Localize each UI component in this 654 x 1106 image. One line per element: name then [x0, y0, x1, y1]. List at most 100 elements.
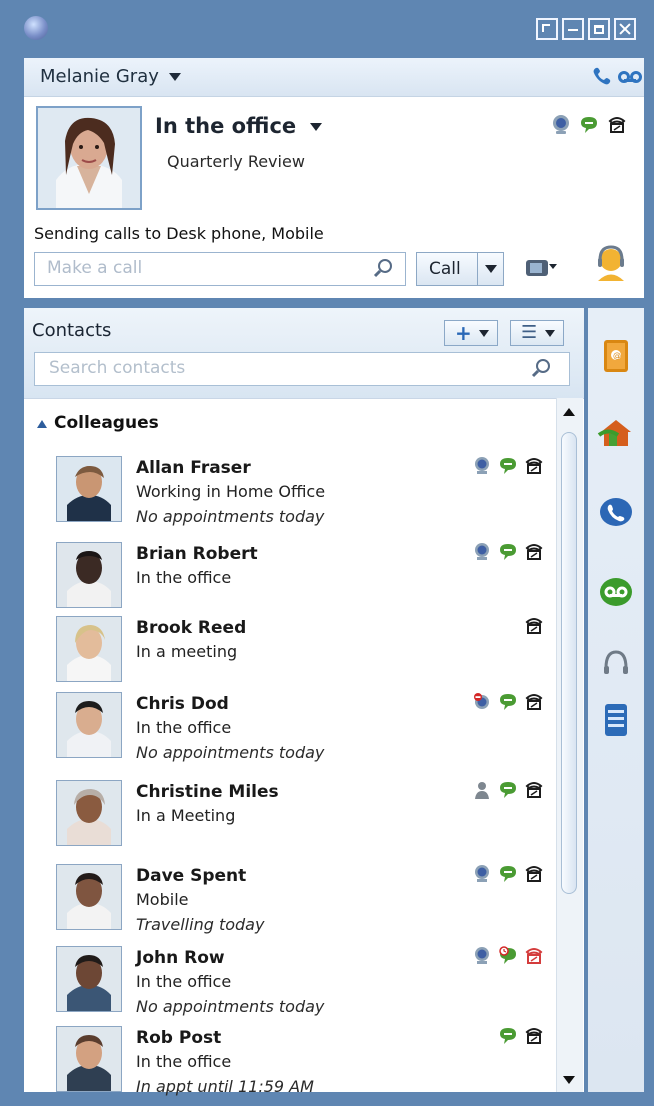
home-transfer-icon[interactable]: [596, 412, 636, 452]
search-icon[interactable]: [373, 258, 395, 280]
contact-item[interactable]: Christine Miles In a Meeting: [24, 780, 552, 860]
contact-status: In a Meeting: [136, 806, 236, 825]
video-icon[interactable]: [472, 864, 492, 884]
phone-busy-icon[interactable]: [524, 946, 544, 966]
user-name-selector[interactable]: Melanie Gray: [40, 66, 181, 87]
contacts-list: Allan Fraser Working in Home Office No a…: [24, 446, 552, 1096]
minimize-button[interactable]: [562, 18, 584, 40]
phone-icon[interactable]: [524, 864, 544, 884]
chevron-down-icon: [168, 73, 181, 81]
list-view-button[interactable]: ☰: [510, 320, 564, 346]
contact-item[interactable]: Dave Spent Mobile Travelling today: [24, 864, 552, 944]
contact-photo: [57, 543, 121, 607]
make-call-input[interactable]: Make a call: [34, 252, 406, 286]
add-contact-button[interactable]: +: [444, 320, 498, 346]
chat-icon[interactable]: [498, 542, 518, 562]
phone-icon[interactable]: [524, 1026, 544, 1046]
group-collapse-icon[interactable]: [37, 420, 47, 428]
scroll-thumb[interactable]: [561, 432, 577, 894]
person-icon[interactable]: [472, 780, 492, 800]
contact-item[interactable]: John Row In the office No appointments t…: [24, 946, 552, 1026]
app-window: Melanie Gray In the office Quarterly Rev…: [0, 0, 654, 1106]
contact-photo: [57, 865, 121, 929]
contact-status: Mobile: [136, 890, 189, 909]
phone-icon[interactable]: [524, 456, 544, 476]
phone-presence-icon: [608, 117, 626, 133]
contact-status: In a meeting: [136, 642, 238, 661]
contact-avatar: [56, 946, 122, 1012]
chat-icon[interactable]: [498, 780, 518, 800]
contact-name: Chris Dod: [136, 694, 229, 714]
contact-item[interactable]: Chris Dod In the office No appointments …: [24, 692, 552, 772]
tool-window-button[interactable]: [536, 18, 558, 40]
phone-icon[interactable]: [524, 616, 544, 636]
profile-header: Melanie Gray: [24, 58, 644, 97]
contact-photo: [57, 1027, 121, 1091]
contact-item[interactable]: Rob Post In the office In appt until 11:…: [24, 1026, 552, 1106]
contact-status: In the office: [136, 718, 232, 737]
contact-name: Dave Spent: [136, 866, 247, 886]
video-icon[interactable]: [472, 946, 492, 966]
video-icon[interactable]: [472, 456, 492, 476]
search-icon[interactable]: [531, 358, 553, 380]
status-title[interactable]: In the office: [155, 114, 323, 138]
chat-icon[interactable]: [498, 1026, 518, 1046]
contact-item[interactable]: Brook Reed In a meeting: [24, 616, 552, 696]
contact-avatar: [56, 780, 122, 846]
status-subtitle: Quarterly Review: [167, 152, 305, 171]
contact-name: Brian Robert: [136, 544, 258, 564]
video-icon[interactable]: [472, 542, 492, 562]
list-icon[interactable]: [596, 700, 636, 740]
side-rail: @: [588, 308, 644, 1092]
scroll-up-icon[interactable]: [563, 408, 575, 416]
contact-name: Rob Post: [136, 1028, 222, 1048]
contact-photo: [57, 781, 121, 845]
video-blocked-icon[interactable]: [472, 692, 492, 712]
contact-status: In the office: [136, 1052, 232, 1071]
chat-icon[interactable]: [498, 456, 518, 476]
address-book-icon[interactable]: @: [596, 336, 636, 376]
call-button[interactable]: Call: [416, 252, 504, 286]
chat-icon[interactable]: [498, 692, 518, 712]
call-dropdown-button[interactable]: [477, 253, 504, 285]
list-icon: ☰: [521, 322, 538, 343]
voicemail-icon[interactable]: [596, 574, 636, 614]
contacts-scrollbar[interactable]: [556, 398, 583, 1092]
contacts-title: Contacts: [32, 320, 112, 341]
chat-icon[interactable]: [498, 864, 518, 884]
user-name-label: Melanie Gray: [40, 66, 159, 87]
chevron-down-icon: [310, 123, 323, 131]
call-forwarding-text: Sending calls to Desk phone, Mobile: [34, 224, 324, 243]
phone-icon[interactable]: [524, 780, 544, 800]
device-selector-icon[interactable]: [524, 254, 558, 282]
scroll-down-icon[interactable]: [563, 1076, 575, 1084]
headset-agent-icon[interactable]: [592, 244, 630, 286]
contact-status: In the office: [136, 568, 232, 587]
voicemail-icon[interactable]: [618, 68, 642, 86]
call-icon[interactable]: [596, 494, 636, 534]
plus-icon: +: [455, 321, 472, 345]
contact-item[interactable]: Allan Fraser Working in Home Office No a…: [24, 456, 552, 536]
contact-calendar: No appointments today: [136, 997, 325, 1016]
close-button[interactable]: [614, 18, 636, 40]
make-call-placeholder: Make a call: [47, 258, 143, 278]
profile-panel: Melanie Gray In the office Quarterly Rev…: [24, 58, 644, 298]
profile-avatar[interactable]: [36, 106, 142, 210]
contact-photo: [57, 457, 121, 521]
contact-avatar: [56, 864, 122, 930]
group-label: Colleagues: [54, 413, 159, 433]
maximize-button[interactable]: [588, 18, 610, 40]
chat-away-icon[interactable]: [498, 946, 518, 966]
phone-icon[interactable]: [524, 542, 544, 562]
contact-item[interactable]: Brian Robert In the office: [24, 542, 552, 622]
status-title-label: In the office: [155, 114, 297, 138]
phone-icon[interactable]: [592, 66, 612, 86]
contact-avatar: [56, 542, 122, 608]
headset-icon[interactable]: [596, 644, 636, 684]
contact-name: Brook Reed: [136, 618, 247, 638]
contact-photo: [57, 693, 121, 757]
search-contacts-input[interactable]: Search contacts: [34, 352, 570, 386]
contact-calendar: No appointments today: [136, 743, 325, 762]
phone-icon[interactable]: [524, 692, 544, 712]
contact-status: Working in Home Office: [136, 482, 326, 501]
